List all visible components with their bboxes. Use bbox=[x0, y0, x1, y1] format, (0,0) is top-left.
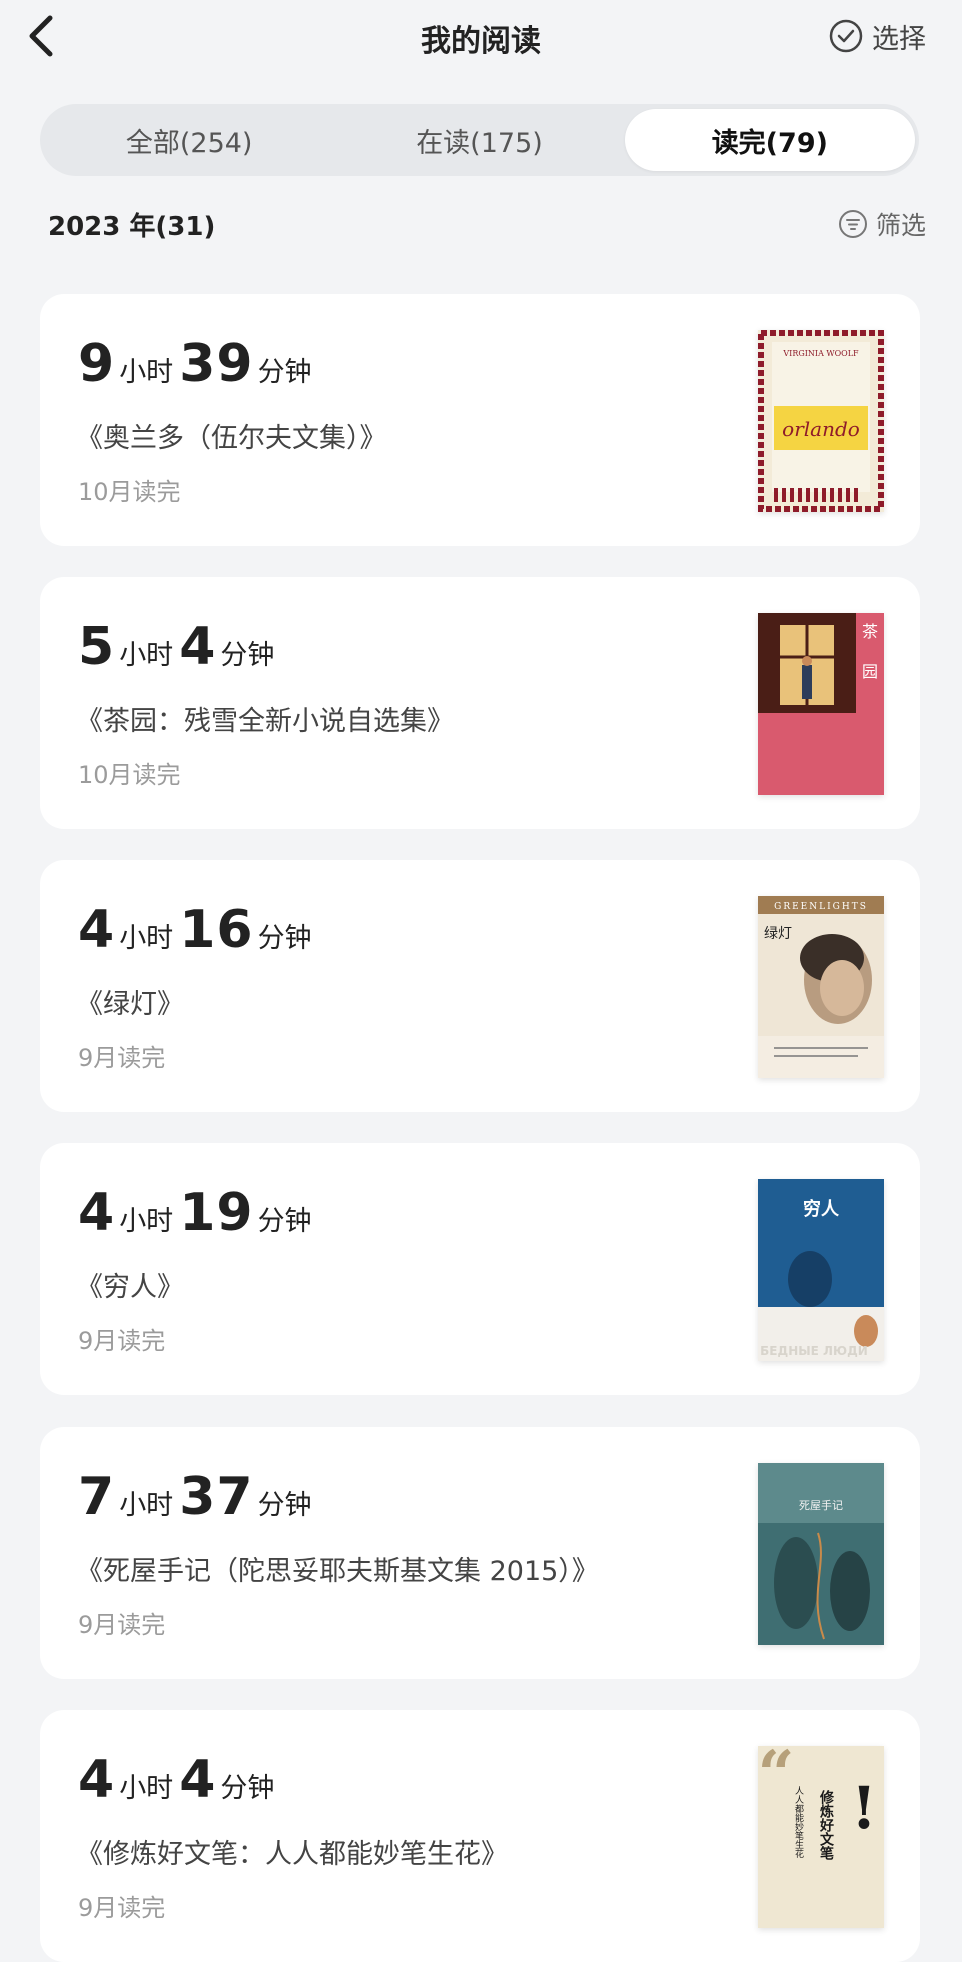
reading-duration: 4 小时 16 分钟 bbox=[78, 900, 318, 960]
book-cover[interactable]: “ ! 修炼好文笔 人人都能妙笔生花 bbox=[758, 1746, 884, 1928]
minutes-unit: 分钟 bbox=[257, 923, 312, 954]
cover-author: VIRGINIA WOOLF bbox=[782, 349, 859, 358]
tab-bar: 全部(254) 在读(175) 读完(79) bbox=[40, 104, 919, 176]
year-label: 2023 年(31) bbox=[48, 211, 216, 242]
select-button[interactable]: 选择 bbox=[828, 16, 926, 56]
header: 我的阅读 选择 bbox=[0, 0, 962, 70]
book-card[interactable]: 4 小时 4 分钟 《修炼好文笔：人人都能妙笔生花》 9月读完 “ ! 修炼好文… bbox=[40, 1710, 920, 1962]
book-card[interactable]: 9 小时 39 分钟 《奥兰多（伍尔夫文集）》 10月读完 VIRGINIA W… bbox=[40, 294, 920, 546]
hours-unit: 小时 bbox=[119, 1206, 174, 1237]
check-circle-icon bbox=[829, 19, 863, 53]
book-card[interactable]: 5 小时 4 分钟 《茶园：残雪全新小说自选集》 10月读完 茶 园 bbox=[40, 577, 920, 829]
minutes-unit: 分钟 bbox=[257, 1490, 312, 1521]
minutes-value: 4 bbox=[179, 1750, 217, 1810]
hours-unit: 小时 bbox=[119, 640, 174, 671]
cover-title: 茶 bbox=[862, 622, 878, 641]
minutes-unit: 分钟 bbox=[220, 640, 275, 671]
cover-title: 修炼好文笔 bbox=[818, 1789, 835, 1861]
book-cover[interactable]: 穷人 БЕДНЫЕ ЛЮДИ bbox=[758, 1179, 884, 1361]
hours-unit: 小时 bbox=[119, 1773, 174, 1804]
svg-text:“: “ bbox=[758, 1746, 794, 1812]
hours-unit: 小时 bbox=[119, 1490, 174, 1521]
reading-duration: 4 小时 19 分钟 bbox=[78, 1183, 318, 1243]
hours-value: 9 bbox=[78, 334, 116, 394]
reading-duration: 9 小时 39 分钟 bbox=[78, 334, 318, 394]
minutes-value: 19 bbox=[179, 1183, 254, 1243]
cover-subtitle: БЕДНЫЕ ЛЮДИ bbox=[760, 1344, 868, 1358]
book-title: 《穷人》 bbox=[76, 1272, 184, 1303]
hours-value: 7 bbox=[78, 1467, 116, 1527]
book-title: 《茶园：残雪全新小说自选集》 bbox=[76, 706, 454, 737]
minutes-value: 16 bbox=[179, 900, 254, 960]
book-cover[interactable]: 死屋手记 bbox=[758, 1463, 884, 1645]
cover-title: 绿灯 bbox=[764, 926, 792, 942]
finish-date: 9月读完 bbox=[78, 1611, 166, 1639]
book-title: 《修炼好文笔：人人都能妙笔生花》 bbox=[76, 1839, 508, 1870]
book-card[interactable]: 7 小时 37 分钟 《死屋手记（陀思妥耶夫斯基文集 2015）》 9月读完 死… bbox=[40, 1427, 920, 1679]
hours-value: 4 bbox=[78, 900, 116, 960]
book-cover[interactable]: 茶 园 bbox=[758, 613, 884, 795]
book-card[interactable]: 4 小时 16 分钟 《绿灯》 9月读完 GREENLIGHTS 绿灯 bbox=[40, 860, 920, 1112]
reading-duration: 7 小时 37 分钟 bbox=[78, 1467, 318, 1527]
minutes-value: 37 bbox=[179, 1467, 254, 1527]
svg-text:!: ! bbox=[851, 1774, 876, 1842]
minutes-value: 39 bbox=[179, 334, 254, 394]
cover-title: 穷人 bbox=[803, 1198, 840, 1220]
finish-date: 9月读完 bbox=[78, 1327, 166, 1355]
book-cover[interactable]: VIRGINIA WOOLF orlando bbox=[758, 330, 884, 512]
filter-icon bbox=[838, 210, 867, 238]
filter-button[interactable]: 筛选 bbox=[838, 206, 926, 242]
hours-value: 4 bbox=[78, 1750, 116, 1810]
tab-finished[interactable]: 读完(79) bbox=[624, 109, 915, 171]
filter-label: 筛选 bbox=[875, 211, 926, 240]
cover-title: orlando bbox=[782, 417, 860, 441]
select-label: 选择 bbox=[872, 23, 926, 55]
cover-subtitle: 园 bbox=[862, 662, 878, 681]
hours-value: 5 bbox=[78, 617, 116, 677]
book-cover[interactable]: GREENLIGHTS 绿灯 bbox=[758, 896, 884, 1078]
cover-title-en: GREENLIGHTS bbox=[774, 902, 868, 912]
minutes-value: 4 bbox=[179, 617, 217, 677]
hours-unit: 小时 bbox=[119, 357, 174, 388]
book-title: 《奥兰多（伍尔夫文集）》 bbox=[76, 423, 387, 454]
reading-duration: 5 小时 4 分钟 bbox=[78, 617, 280, 677]
cover-subtitle: 人人都能妙笔生花 bbox=[793, 1786, 804, 1859]
finish-date: 9月读完 bbox=[78, 1894, 166, 1922]
reading-duration: 4 小时 4 分钟 bbox=[78, 1750, 280, 1810]
finish-date: 10月读完 bbox=[78, 478, 181, 506]
minutes-unit: 分钟 bbox=[257, 357, 312, 388]
cover-title: 死屋手记 bbox=[799, 1498, 843, 1512]
minutes-unit: 分钟 bbox=[257, 1206, 312, 1237]
finish-date: 10月读完 bbox=[78, 761, 181, 789]
finish-date: 9月读完 bbox=[78, 1044, 166, 1072]
hours-unit: 小时 bbox=[119, 923, 174, 954]
minutes-unit: 分钟 bbox=[220, 1773, 275, 1804]
tab-all[interactable]: 全部(254) bbox=[44, 109, 334, 171]
year-row: 2023 年(31) 筛选 bbox=[48, 204, 926, 244]
tab-reading[interactable]: 在读(175) bbox=[334, 109, 624, 171]
book-title: 《绿灯》 bbox=[76, 989, 184, 1020]
hours-value: 4 bbox=[78, 1183, 116, 1243]
page-title: 我的阅读 bbox=[421, 24, 541, 59]
book-title: 《死屋手记（陀思妥耶夫斯基文集 2015）》 bbox=[76, 1556, 599, 1587]
book-card[interactable]: 4 小时 19 分钟 《穷人》 9月读完 穷人 БЕДНЫЕ ЛЮДИ bbox=[40, 1143, 920, 1395]
